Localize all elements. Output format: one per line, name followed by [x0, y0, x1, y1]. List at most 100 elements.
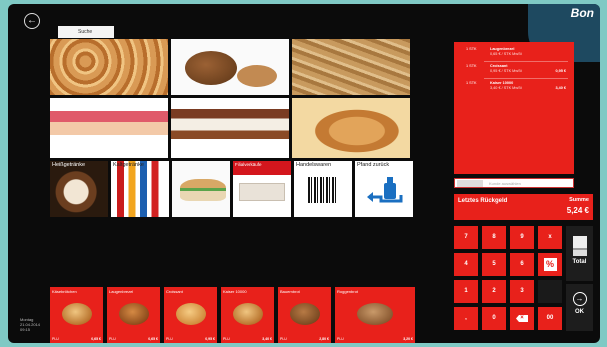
favorite-plu: PLU	[223, 337, 230, 341]
search-input[interactable]: Suche	[58, 26, 114, 38]
category-tile-breads[interactable]	[171, 39, 289, 95]
key-multiply[interactable]: x	[538, 226, 562, 249]
favorite-product[interactable]: Kaiser 10000 PLU 3,40 €	[221, 287, 274, 343]
ok-button[interactable]: → OK	[566, 284, 593, 331]
receipt-item-price: 0,95 €	[555, 69, 566, 73]
favorite-name: Bauernbrot	[280, 289, 300, 294]
category-tile-cakes[interactable]	[171, 98, 289, 158]
category-tile-pastries[interactable]	[292, 98, 410, 158]
pos-screen: Bon ← Suche Heißgetränke Kaltgetränke Fi…	[8, 4, 600, 343]
product-image	[176, 303, 206, 325]
product-image	[290, 303, 320, 325]
receipt-qty: 1 STK	[466, 47, 477, 51]
product-image	[233, 303, 263, 325]
key-blank	[538, 280, 562, 303]
total-bar: Letztes Rückgeld Summe 5,24 €	[454, 194, 593, 220]
back-arrow-icon[interactable]: ←	[24, 13, 40, 29]
sum-label: Summe	[569, 197, 589, 203]
key-3[interactable]: 3	[510, 280, 534, 303]
favorite-product[interactable]: Laugenbrezel PLU 0,65 €	[107, 287, 160, 343]
favorite-plu: PLU	[280, 337, 287, 341]
arrow-right-icon: →	[572, 292, 587, 306]
key-1[interactable]: 1	[454, 280, 478, 303]
favorite-product[interactable]: Bauernbrot PLU 2,80 €	[278, 287, 331, 343]
receipt-divider	[484, 61, 568, 62]
category-tile-fruit-cakes[interactable]	[50, 98, 168, 158]
receipt-panel[interactable]: 1 STK Laugenbrezel 0,65 € / STK MwSt 1 S…	[454, 42, 574, 174]
total-button[interactable]: Total	[566, 226, 593, 281]
backspace-button[interactable]: ×	[510, 307, 534, 330]
key-7[interactable]: 7	[454, 226, 478, 249]
category-label: Pfand zurück	[357, 162, 390, 168]
favorite-price: 3,40 €	[262, 337, 272, 341]
category-tile-merchandise[interactable]: Handelswaren	[294, 161, 352, 217]
category-tile-hot-drinks[interactable]: Heißgetränke	[50, 161, 108, 217]
favorite-plu: PLU	[166, 337, 173, 341]
receipt-item-name: Croissant	[490, 64, 508, 68]
category-tile-deposit-return[interactable]: Pfand zurück	[355, 161, 413, 217]
footer-datetime: Montag 21.04.2014 09:15	[20, 317, 41, 332]
customer-button[interactable]	[457, 180, 483, 187]
discount-button[interactable]: %	[538, 253, 562, 276]
favorite-plu: PLU	[52, 337, 59, 341]
favorite-name: Roggenbrot	[337, 289, 358, 294]
key-8[interactable]: 8	[482, 226, 506, 249]
key-0[interactable]: 0	[482, 307, 506, 330]
corner-label: Bon	[570, 6, 594, 20]
key-comma[interactable]: ,	[454, 307, 478, 330]
breads-image	[171, 39, 289, 95]
favorite-name: Laugenbrezel	[109, 289, 134, 294]
receipt-line[interactable]: 1 STK Croissant 0,95 € / STK MwSt 0,95 €	[454, 63, 574, 77]
receipt-qty: 1 STK	[466, 64, 477, 68]
coffee-image	[50, 161, 108, 217]
key-4[interactable]: 4	[454, 253, 478, 276]
drinks-image	[111, 161, 169, 217]
favorite-product[interactable]: Roggenbrot PLU 3,20 €	[335, 287, 415, 343]
favorite-plu: PLU	[337, 337, 344, 341]
category-tile-branch-sales[interactable]: Filialverkäufe	[233, 161, 291, 217]
favorite-name: Kaiser 10000	[223, 289, 247, 294]
receipt-item-name: Kaiser 10000	[490, 81, 514, 85]
layer-cake-image	[171, 98, 289, 158]
favorite-price: 0,95 €	[205, 337, 215, 341]
receipt-divider	[484, 78, 568, 79]
fruit-cake-image	[50, 98, 168, 158]
category-label: Kaltgetränke	[113, 162, 144, 168]
category-tile-snacks[interactable]	[172, 161, 230, 217]
ok-button-label: OK	[575, 309, 584, 315]
receipt-qty: 1 STK	[466, 81, 477, 85]
whole-grain-image	[292, 39, 410, 95]
barcode-icon	[308, 177, 338, 203]
key-6[interactable]: 6	[510, 253, 534, 276]
receipt-item-detail: 0,95 € / STK MwSt	[490, 69, 522, 73]
category-tile-whole-grain[interactable]	[292, 39, 410, 95]
customer-field[interactable]: Kunde auswählen	[454, 178, 574, 188]
favorite-product[interactable]: Croissant PLU 0,95 €	[164, 287, 217, 343]
favorite-price: 3,20 €	[403, 337, 413, 341]
total-button-label: Total	[572, 259, 587, 265]
category-label: Heißgetränke	[52, 162, 86, 168]
favorite-price: 0,65 €	[91, 337, 101, 341]
key-9[interactable]: 9	[510, 226, 534, 249]
key-5[interactable]: 5	[482, 253, 506, 276]
category-tile-cold-drinks[interactable]: Kaltgetränke	[111, 161, 169, 217]
backspace-icon: ×	[516, 315, 528, 322]
sandwich-image	[172, 161, 230, 217]
category-label: Filialverkäufe	[235, 162, 262, 167]
product-image	[357, 303, 393, 325]
bread-rolls-image	[50, 39, 168, 95]
product-image	[119, 303, 149, 325]
shop-counter	[239, 183, 285, 201]
favorite-product[interactable]: Käsebrötchen PLU 0,65 €	[50, 287, 103, 343]
customer-placeholder: Kunde auswählen	[489, 181, 521, 186]
receipt-line[interactable]: 1 STK Laugenbrezel 0,65 € / STK MwSt	[454, 46, 574, 60]
key-2[interactable]: 2	[482, 280, 506, 303]
category-tile-bread-rolls[interactable]	[50, 39, 168, 95]
receipt-item-name: Laugenbrezel	[490, 47, 515, 51]
key-double-zero[interactable]: 00	[538, 307, 562, 330]
receipt-line[interactable]: 1 STK Kaiser 10000 3,40 € / STK MwSt 3,4…	[454, 80, 574, 94]
receipt-printer-icon	[572, 236, 587, 256]
bottle-return-icon	[367, 177, 403, 203]
sum-value: 5,24 €	[566, 206, 589, 215]
percent-icon: %	[543, 258, 557, 271]
